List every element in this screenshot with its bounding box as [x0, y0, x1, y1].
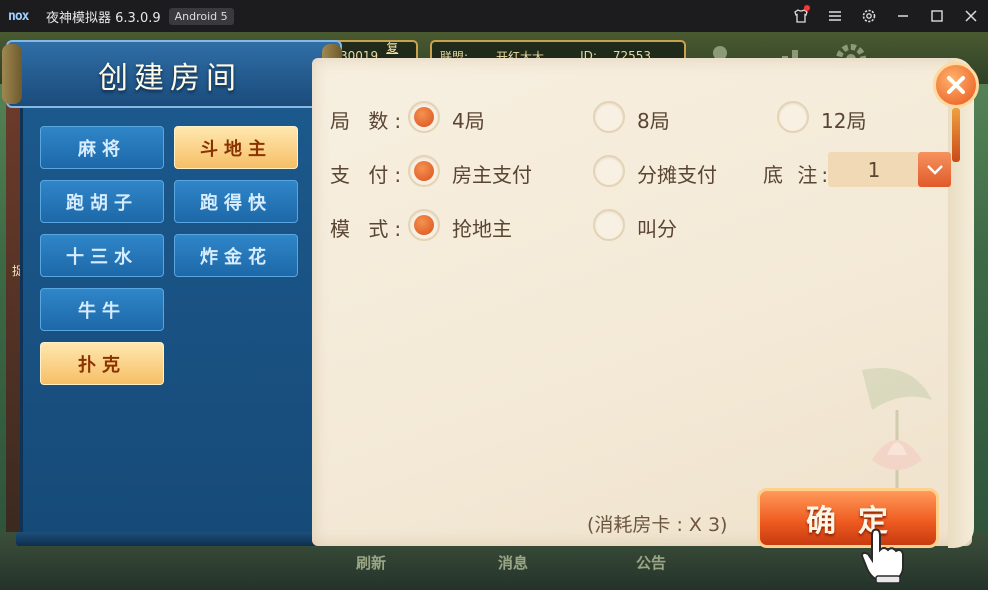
close-icon [947, 76, 965, 94]
close-icon[interactable] [954, 0, 988, 32]
stake-label: 底 注: [763, 163, 833, 187]
refresh-label[interactable]: 刷新 [356, 552, 386, 573]
payment-radio-split[interactable] [593, 155, 625, 187]
rounds-option-4[interactable]: 4局 [452, 105, 485, 134]
rounds-label: 局 数: [330, 109, 408, 133]
confirm-button[interactable]: 确定 [757, 488, 939, 548]
payment-option-split[interactable]: 分摊支付 [637, 159, 717, 188]
chevron-down-icon [926, 164, 943, 175]
game-button-paodekuai[interactable]: 跑得快 [174, 180, 298, 223]
nox-logo: nox [8, 9, 29, 24]
room-card-cost: (消耗房卡 : X 3) [587, 514, 728, 536]
scroll-bottom-rod [16, 532, 322, 546]
app-title: 夜神模拟器 6.3.0.9 [46, 10, 161, 26]
scroll-end-left [2, 44, 22, 104]
hand-pointer-icon [860, 528, 904, 584]
stake-select[interactable]: 1 [828, 152, 920, 187]
game-button-majiang[interactable]: 麻将 [40, 126, 164, 169]
mode-radio-call[interactable] [593, 209, 625, 241]
stake-dropdown-button[interactable] [918, 152, 951, 187]
notice-label[interactable]: 公告 [636, 552, 666, 573]
rounds-option-8[interactable]: 8局 [637, 105, 670, 134]
mode-radio-grab[interactable] [408, 209, 440, 241]
notification-dot [804, 5, 810, 11]
game-button-zhajinhua[interactable]: 炸金花 [174, 234, 298, 277]
game-button-paohuzi[interactable]: 跑胡子 [40, 180, 164, 223]
mode-option-grab[interactable]: 抢地主 [452, 213, 512, 242]
close-dialog-button[interactable] [933, 62, 979, 108]
payment-label: 支 付: [330, 163, 408, 187]
game-button-niuniu[interactable]: 牛牛 [40, 288, 164, 331]
rounds-option-12[interactable]: 12局 [821, 105, 866, 134]
maximize-icon[interactable] [920, 0, 954, 32]
rounds-radio-8[interactable] [593, 101, 625, 133]
rounds-radio-4[interactable] [408, 101, 440, 133]
shirt-icon[interactable] [784, 0, 818, 32]
stake-value: 1 [867, 157, 881, 182]
menu-icon[interactable] [818, 0, 852, 32]
rounds-radio-12[interactable] [777, 101, 809, 133]
android-version-badge: Android 5 [168, 7, 234, 25]
settings-icon[interactable] [852, 0, 886, 32]
mode-label: 模 式: [330, 217, 408, 241]
payment-radio-owner[interactable] [408, 155, 440, 187]
tassel-decoration [952, 108, 960, 162]
lotus-decoration-icon [862, 368, 932, 490]
game-button-puke[interactable]: 扑克 [40, 342, 164, 385]
panel-title: 创建房间 [98, 61, 242, 96]
emulator-titlebar: nox 夜神模拟器 6.3.0.9 Android 5 [0, 0, 988, 32]
mode-option-call[interactable]: 叫分 [637, 213, 677, 242]
game-button-doudizhu[interactable]: 斗地主 [174, 126, 298, 169]
payment-option-owner[interactable]: 房主支付 [452, 159, 532, 188]
messages-label[interactable]: 消息 [498, 552, 528, 573]
titlebar-controls [784, 0, 988, 32]
minimize-icon[interactable] [886, 0, 920, 32]
game-button-shisanshui[interactable]: 十三水 [40, 234, 164, 277]
